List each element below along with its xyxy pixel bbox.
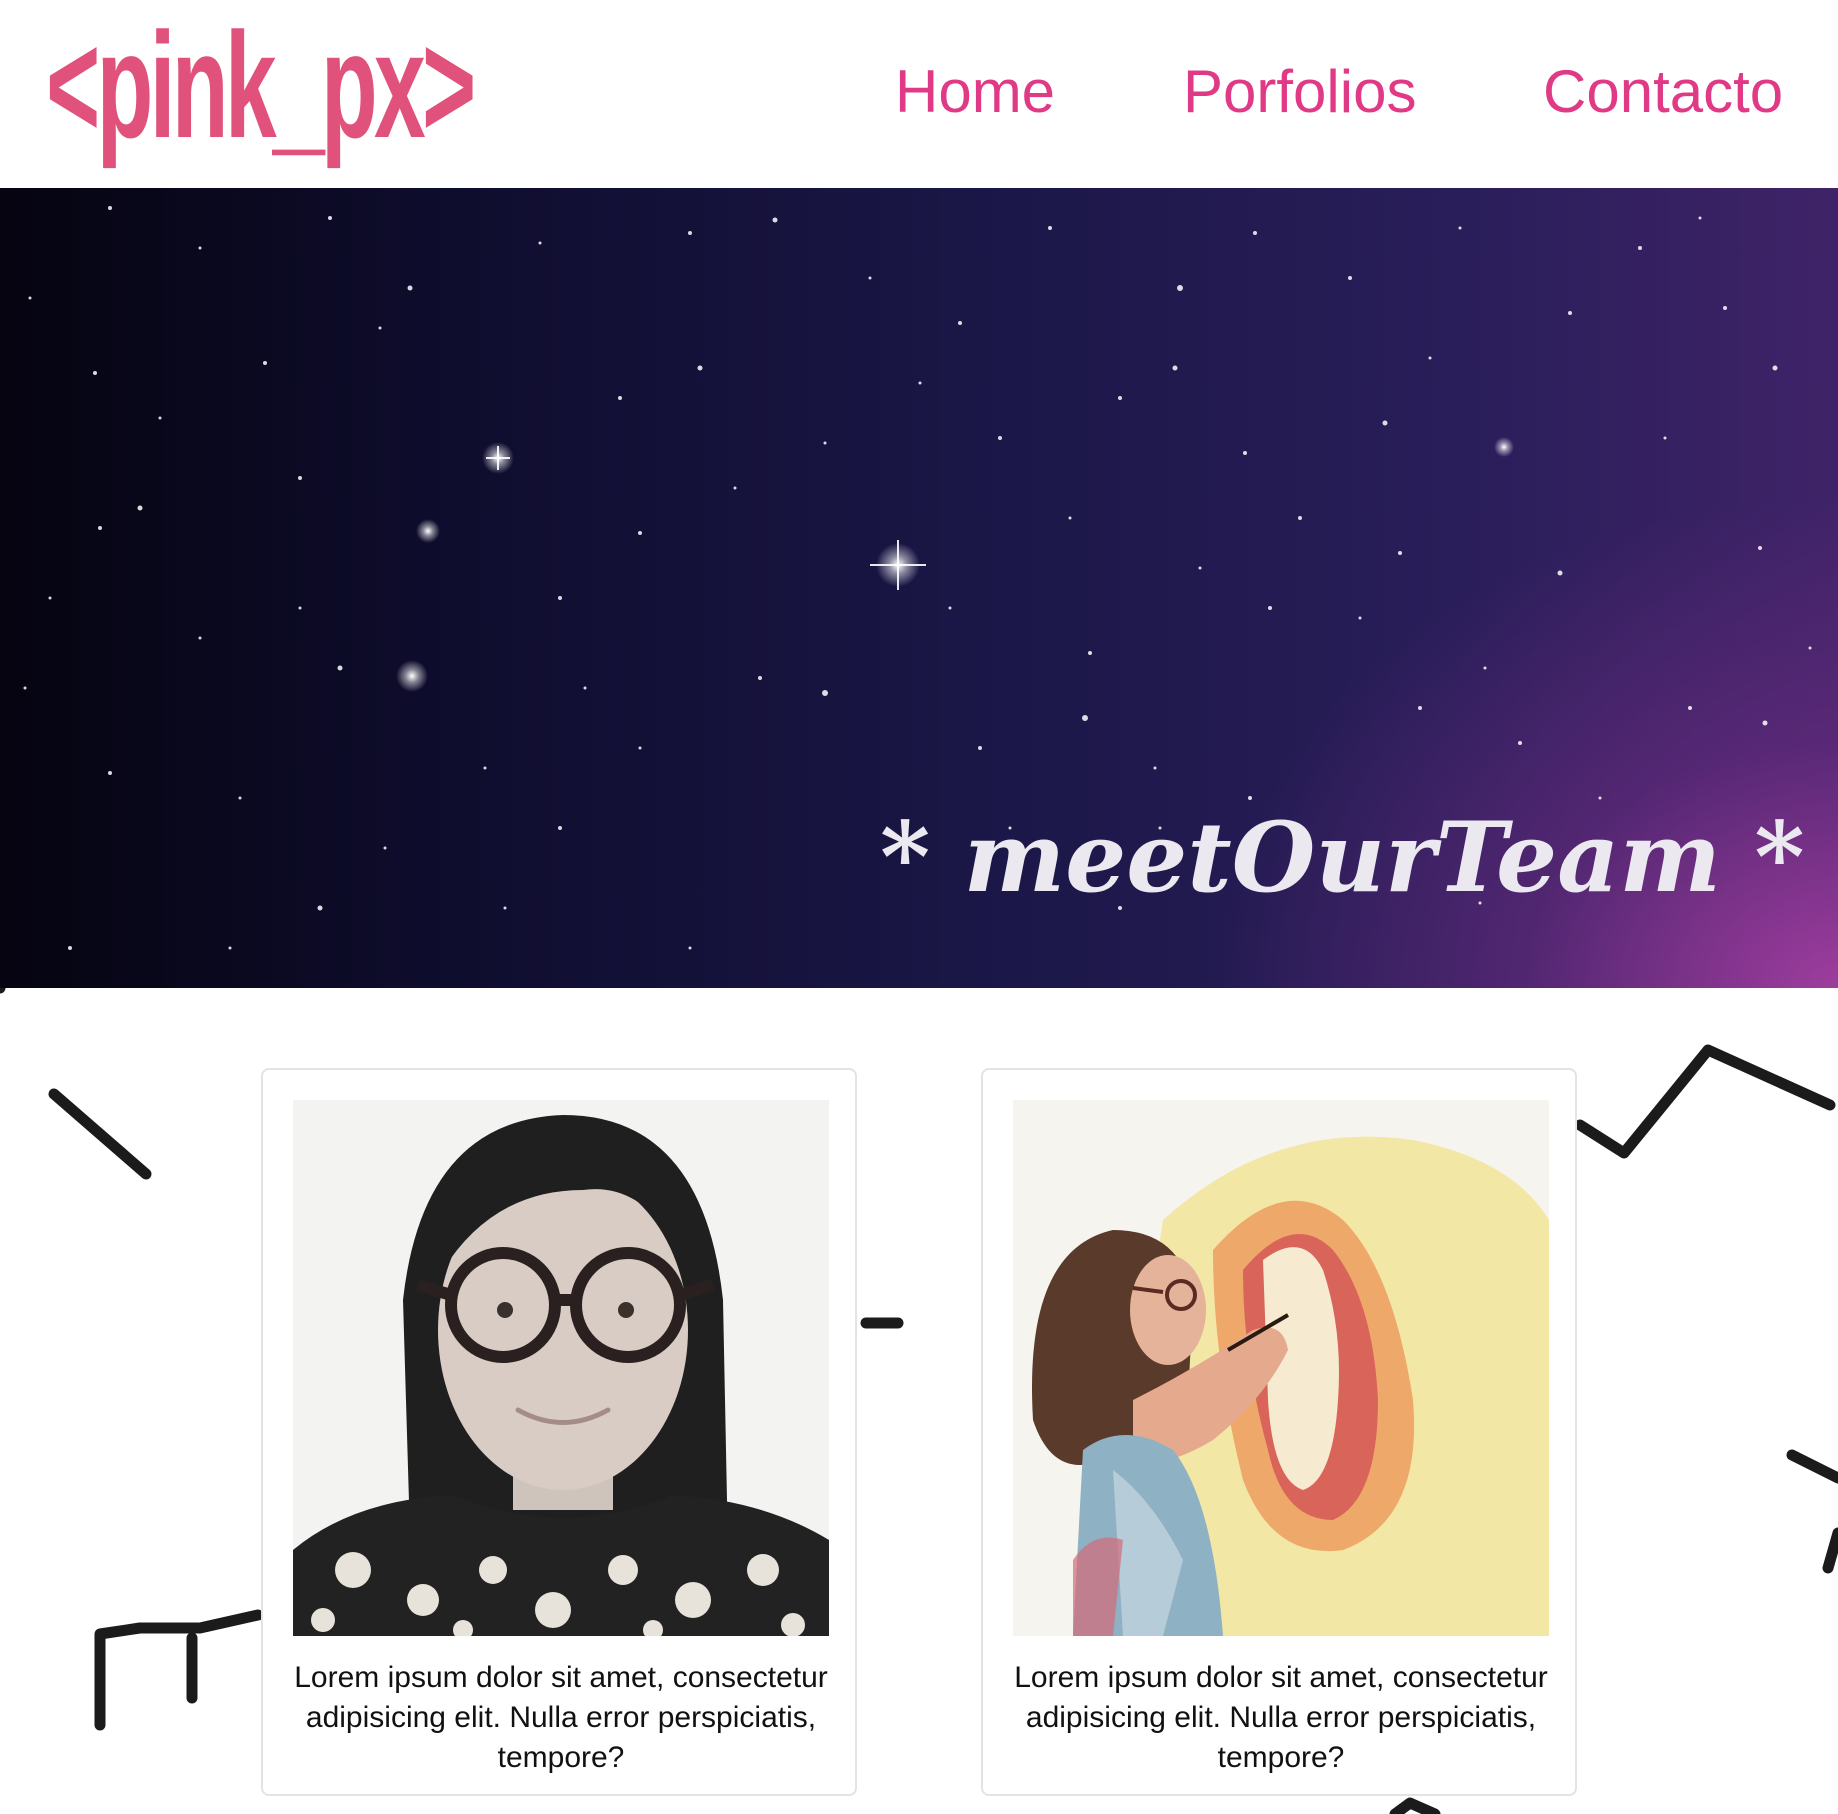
team-card: Lorem ipsum dolor sit amet, consectetur …	[261, 1068, 857, 1796]
team-member-description: Lorem ipsum dolor sit amet, consectetur …	[1014, 1661, 1548, 1774]
team-member-description: Lorem ipsum dolor sit amet, consectetur …	[294, 1661, 828, 1774]
portrait-photo-woman-glasses	[293, 1100, 829, 1636]
team-card: Lorem ipsum dolor sit amet, consectetur …	[981, 1068, 1577, 1796]
site-header: <pink_px> Home Porfolios Contacto	[0, 0, 1838, 188]
portrait-photo-woman-painting	[1013, 1100, 1549, 1636]
bright-stars	[396, 437, 1514, 692]
hero-banner: * meetOurTeam *	[0, 188, 1838, 988]
nav-link-portfolios[interactable]: Porfolios	[1183, 52, 1416, 132]
nav-link-contact[interactable]: Contacto	[1543, 52, 1783, 132]
nav-link-home[interactable]: Home	[895, 52, 1055, 132]
main-nav: Home Porfolios Contacto	[0, 52, 1838, 132]
hero-title: * meetOurTeam *	[880, 801, 1805, 914]
team-section: Lorem ipsum dolor sit amet, consectetur …	[0, 988, 1838, 1814]
